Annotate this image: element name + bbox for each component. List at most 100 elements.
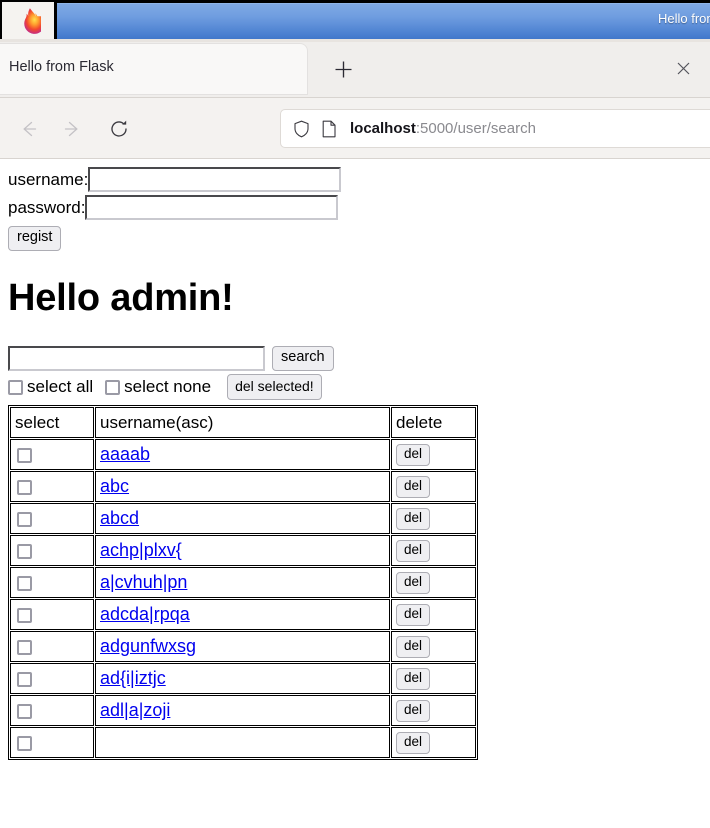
row-delete-button[interactable]: del [396,636,431,659]
row-username-cell: abc [95,471,390,503]
row-select-cell [10,727,94,759]
row-delete-button[interactable]: del [396,508,431,531]
table-row: adgunfwxsg del [10,631,476,663]
row-select-checkbox[interactable] [17,703,32,719]
user-table-head: select username(asc) delete [10,407,476,439]
row-select-checkbox[interactable] [17,639,32,655]
username-link[interactable]: achp|plxv{ [100,540,182,560]
user-table: select username(asc) delete aaaab del abc d… [8,405,478,761]
row-delete-cell: del [391,535,476,567]
row-select-cell [10,631,94,663]
column-header-username: username(asc) [95,407,390,439]
username-link[interactable]: adl|a|zoji [100,700,170,720]
row-select-checkbox[interactable] [17,479,32,495]
firefox-logo-icon [24,8,41,34]
bulk-actions-row: select all select none del selected! [8,373,702,401]
tab-title: Hello from Flask [9,59,114,75]
table-row: aaaab del [10,439,476,471]
row-delete-cell: del [391,727,476,759]
password-label: password: [8,197,86,217]
table-row: adcda|rpqa del [10,599,476,631]
row-delete-button[interactable]: del [396,444,431,467]
column-header-select: select [10,407,94,439]
username-input[interactable] [88,167,342,192]
row-delete-button[interactable]: del [396,668,431,691]
username-label: username: [8,169,89,189]
row-delete-cell: del [391,503,476,535]
table-row: abcd del [10,503,476,535]
row-select-checkbox[interactable] [17,511,32,527]
row-delete-cell: del [391,567,476,599]
select-none-label: select none [124,377,212,397]
username-link[interactable]: aaaab [100,444,150,464]
back-arrow-icon[interactable] [13,114,43,144]
reload-glyph [111,120,127,137]
regist-button[interactable]: regist [8,226,62,251]
user-table-body: aaaab del abc del abcd del achp|plxv{ del a|cvhu… [10,439,476,759]
row-select-checkbox[interactable] [17,447,32,463]
search-button[interactable]: search [272,345,334,371]
row-select-checkbox[interactable] [17,575,32,591]
plus-icon-glyph [335,61,351,77]
username-link[interactable]: adgunfwxsg [100,636,196,656]
row-username-cell [95,727,390,759]
row-delete-button[interactable]: del [396,732,431,755]
table-row: achp|plxv{ del [10,535,476,567]
row-select-cell [10,503,94,535]
username-link[interactable]: adcda|rpqa [100,604,190,624]
search-input[interactable] [8,345,265,371]
register-button-row: regist [8,226,702,251]
forward-arrow-icon[interactable] [58,114,88,144]
password-input[interactable] [85,195,339,220]
close-icon[interactable] [672,57,694,79]
row-select-cell [10,599,94,631]
row-username-cell: abcd [95,503,390,535]
select-none-checkbox[interactable] [105,379,121,395]
firefox-logo [2,2,54,40]
row-delete-cell: del [391,439,476,471]
row-select-cell [10,695,94,727]
row-select-checkbox[interactable] [17,543,32,559]
row-delete-button[interactable]: del [396,572,431,595]
row-select-checkbox[interactable] [17,735,32,751]
row-username-cell: a|cvhuh|pn [95,567,390,599]
password-form-row: password: [8,195,702,220]
navigation-toolbar: localhost:5000/user/search [0,98,710,159]
row-delete-cell: del [391,471,476,503]
row-delete-button[interactable]: del [396,700,431,723]
table-row: ad{i|iztjc del [10,663,476,695]
url-host: localhost [350,120,416,137]
row-select-checkbox[interactable] [17,671,32,687]
row-username-cell: adl|a|zoji [95,695,390,727]
row-select-cell [10,439,94,471]
page-content: username: password: regist Hello admin! … [0,159,710,828]
row-username-cell: adgunfwxsg [95,631,390,663]
username-link[interactable]: abcd [100,508,139,528]
reload-icon[interactable] [104,114,134,144]
url-bar[interactable]: localhost:5000/user/search [280,109,710,148]
username-link[interactable]: a|cvhuh|pn [100,572,187,592]
plus-icon[interactable] [330,56,356,82]
row-username-cell: ad{i|iztjc [95,663,390,695]
select-all-checkbox[interactable] [8,379,23,395]
titlebar-gradient [57,3,710,40]
row-delete-button[interactable]: del [396,540,431,563]
close-icon-glyph [677,62,689,74]
row-select-cell [10,567,94,599]
row-delete-button[interactable]: del [396,604,431,627]
username-link[interactable]: ad{i|iztjc [100,668,166,688]
row-select-cell [10,663,94,695]
url-path: :5000/user/search [415,120,536,137]
row-delete-cell: del [391,663,476,695]
username-link[interactable]: abc [100,476,129,496]
row-select-cell [10,535,94,567]
row-delete-button[interactable]: del [396,476,431,499]
row-delete-cell: del [391,631,476,663]
delete-selected-button[interactable]: del selected! [227,373,322,401]
tab-strip: Hello from Flask [0,42,710,98]
username-form-row: username: [8,167,702,192]
forward-arrow-glyph [64,121,78,137]
row-select-checkbox[interactable] [17,607,32,623]
table-header-row: select username(asc) delete [10,407,476,439]
table-row: abc del [10,471,476,503]
